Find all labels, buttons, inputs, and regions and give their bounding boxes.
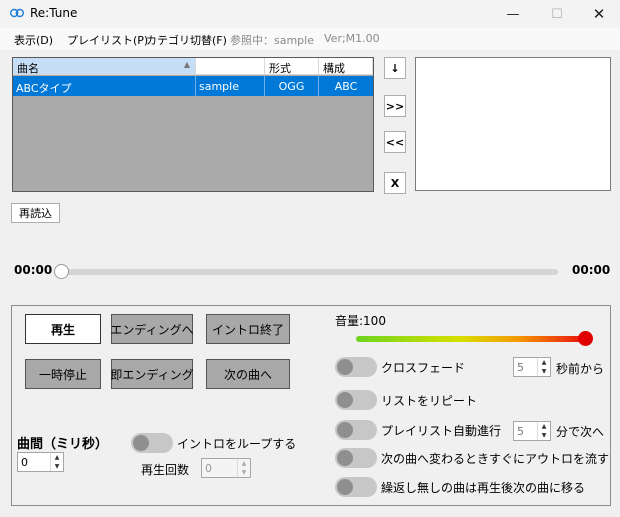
remove-from-playlist-button[interactable]: <<: [384, 131, 406, 153]
menu-current-category: 参照中：sample: [230, 34, 314, 47]
column-header-format[interactable]: 形式: [265, 58, 319, 75]
stepper-arrows-icon[interactable]: ▲ ▼: [50, 453, 63, 471]
add-to-playlist-button[interactable]: >>: [384, 95, 406, 117]
total-time: 00:00: [572, 263, 611, 277]
close-button[interactable]: ✕: [578, 0, 620, 28]
table-cell-title[interactable]: ABCタイプ: [13, 76, 196, 96]
intro-loop-label: イントロをループする: [177, 437, 297, 451]
repeat-list-label: リストをリピート: [381, 394, 478, 408]
crossfade-toggle[interactable]: [335, 357, 377, 377]
volume-slider[interactable]: [356, 336, 586, 342]
window-title: Re:Tune: [30, 6, 78, 20]
instant-ending-button[interactable]: 即エンディング: [110, 359, 194, 389]
no-repeat-next-toggle[interactable]: [335, 477, 377, 497]
maximize-button[interactable]: ☐: [536, 0, 578, 28]
intro-end-button[interactable]: イントロ終了: [206, 314, 290, 344]
crossfade-suffix: 秒前から: [556, 362, 605, 376]
stepper-arrows-icon[interactable]: ▲ ▼: [537, 358, 550, 376]
reload-button[interactable]: 再読込: [11, 203, 60, 223]
outro-on-change-label: 次の曲へ変わるときすぐにアウトロを流す: [381, 452, 610, 466]
current-time: 00:00: [14, 263, 53, 277]
table-cell-format[interactable]: OGG: [265, 76, 319, 96]
next-song-button[interactable]: 次の曲へ: [206, 359, 290, 389]
pause-button[interactable]: 一時停止: [25, 359, 101, 389]
stepper-arrows-icon: ▲ ▼: [237, 459, 250, 477]
volume-label: 音量:100: [335, 314, 386, 328]
column-header-structure[interactable]: 構成: [319, 58, 373, 75]
menu-view[interactable]: 表示(D): [14, 32, 53, 48]
link-icon: [10, 8, 24, 18]
crossfade-label: クロスフェード: [381, 361, 466, 375]
menu-playlist[interactable]: プレイリスト(P): [67, 32, 148, 48]
stepper-arrows-icon[interactable]: ▲ ▼: [537, 422, 550, 440]
table-cell-category[interactable]: sample: [196, 76, 265, 96]
minimize-button[interactable]: —: [492, 0, 534, 28]
move-down-button[interactable]: ↓: [384, 57, 406, 79]
play-count-stepper: 0 ▲ ▼: [201, 458, 251, 478]
outro-on-change-toggle[interactable]: [335, 448, 377, 468]
auto-advance-label: プレイリスト自動進行: [381, 424, 502, 438]
interval-label: 曲間（ミリ秒）: [17, 437, 109, 452]
auto-advance-stepper[interactable]: 5 ▲ ▼: [513, 421, 551, 441]
title-bar: Re:Tune — ☐ ✕: [0, 0, 620, 28]
menu-category-switch[interactable]: カテゴリ切替(F): [146, 32, 227, 48]
no-repeat-next-label: 繰返し無しの曲は再生後次の曲に移る: [381, 481, 586, 495]
interval-stepper[interactable]: 0 ▲ ▼: [17, 452, 64, 472]
seek-bar[interactable]: [60, 269, 558, 275]
repeat-list-toggle[interactable]: [335, 390, 377, 410]
song-table[interactable]: 曲名 ▲ 形式 構成 ABCタイプ sample OGG ABC: [12, 57, 374, 192]
table-cell-structure[interactable]: ABC: [319, 76, 373, 96]
to-ending-button[interactable]: エンディングへ: [110, 314, 194, 344]
crossfade-stepper[interactable]: 5 ▲ ▼: [513, 357, 551, 377]
playlist-list[interactable]: [415, 57, 611, 191]
sort-asc-icon: ▲: [183, 60, 190, 69]
auto-advance-suffix: 分で次へ: [556, 425, 605, 439]
seek-thumb[interactable]: [54, 264, 69, 279]
auto-advance-toggle[interactable]: [335, 420, 377, 440]
play-button[interactable]: 再生: [25, 314, 101, 344]
volume-thumb[interactable]: [578, 331, 593, 346]
intro-loop-toggle[interactable]: [131, 433, 173, 453]
column-header-category[interactable]: [196, 58, 265, 75]
delete-button[interactable]: X: [384, 172, 406, 194]
column-header-title[interactable]: 曲名 ▲: [13, 58, 196, 75]
play-count-label: 再生回数: [141, 463, 190, 477]
menu-version: Ver;M1.00: [324, 32, 380, 45]
menu-bar: 表示(D) プレイリスト(P) カテゴリ切替(F) 参照中：sample Ver…: [0, 28, 620, 50]
